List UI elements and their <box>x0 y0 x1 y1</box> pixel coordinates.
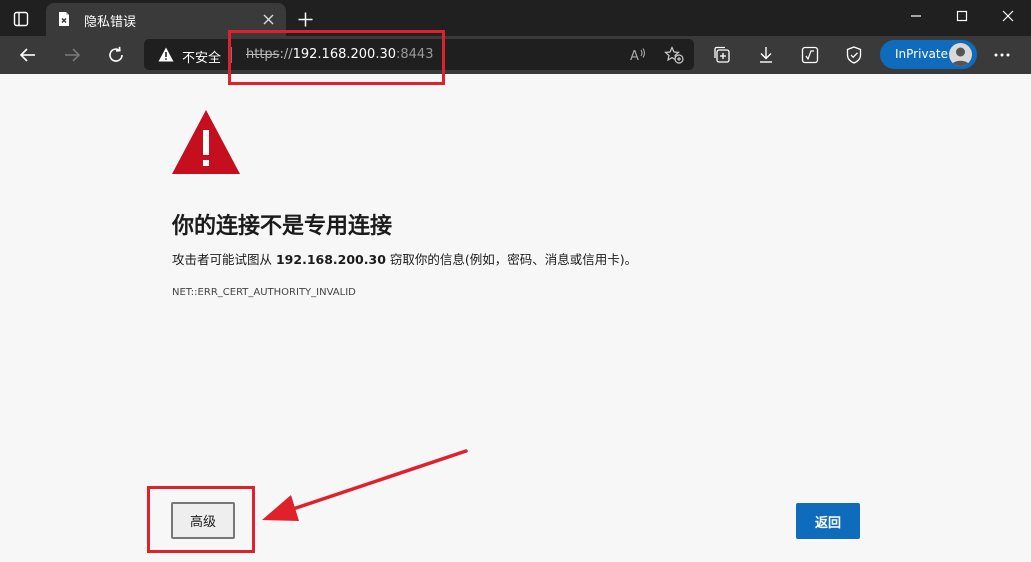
refresh-icon[interactable] <box>103 42 129 68</box>
downloads-icon[interactable] <box>753 42 779 68</box>
collections-icon[interactable] <box>709 42 735 68</box>
minimize-icon[interactable] <box>893 0 939 32</box>
tab-title: 隐私错误 <box>84 15 137 30</box>
security-status-label[interactable]: 不安全 <box>182 47 221 66</box>
window-close-icon[interactable] <box>985 0 1031 32</box>
tab-close-icon[interactable] <box>259 10 277 28</box>
url-highlight-box <box>228 30 445 85</box>
maximize-icon[interactable] <box>939 0 985 32</box>
description-host: 192.168.200.30 <box>275 252 386 267</box>
new-tab-icon[interactable] <box>294 8 316 30</box>
page-error-icon <box>56 11 72 27</box>
page-title: 你的连接不是专用连接 <box>172 214 393 239</box>
read-aloud-icon[interactable]: A <box>628 45 648 65</box>
back-icon[interactable] <box>15 42 41 68</box>
forward-icon[interactable] <box>59 42 85 68</box>
svg-text:A: A <box>630 49 639 63</box>
description-suffix: 窃取你的信息(例如，密码、消息或信用卡)。 <box>385 252 638 267</box>
warning-icon <box>172 110 240 174</box>
browser-essentials-icon[interactable] <box>841 42 867 68</box>
add-favorite-icon[interactable] <box>664 45 684 65</box>
error-description: 攻击者可能试图从 192.168.200.30 窃取你的信息(例如，密码、消息或… <box>172 249 637 268</box>
description-prefix: 攻击者可能试图从 <box>172 252 276 267</box>
advanced-highlight-box <box>147 486 255 553</box>
avatar <box>949 43 972 66</box>
math-solver-icon[interactable] <box>797 42 823 68</box>
title-bar: 隐私错误 <box>0 0 1031 36</box>
back-button[interactable]: 返回 <box>796 503 860 539</box>
inprivate-button[interactable]: InPrivate <box>880 40 977 69</box>
inprivate-label: InPrivate <box>895 47 948 61</box>
more-menu-icon[interactable] <box>989 42 1015 68</box>
tab-actions-icon[interactable] <box>10 8 32 30</box>
toolbar: 不安全 https://192.168.200.30:8443 A InPriv… <box>0 36 1031 74</box>
error-code: NET::ERR_CERT_AUTHORITY_INVALID <box>172 287 356 298</box>
warning-triangle-icon[interactable] <box>158 47 174 62</box>
